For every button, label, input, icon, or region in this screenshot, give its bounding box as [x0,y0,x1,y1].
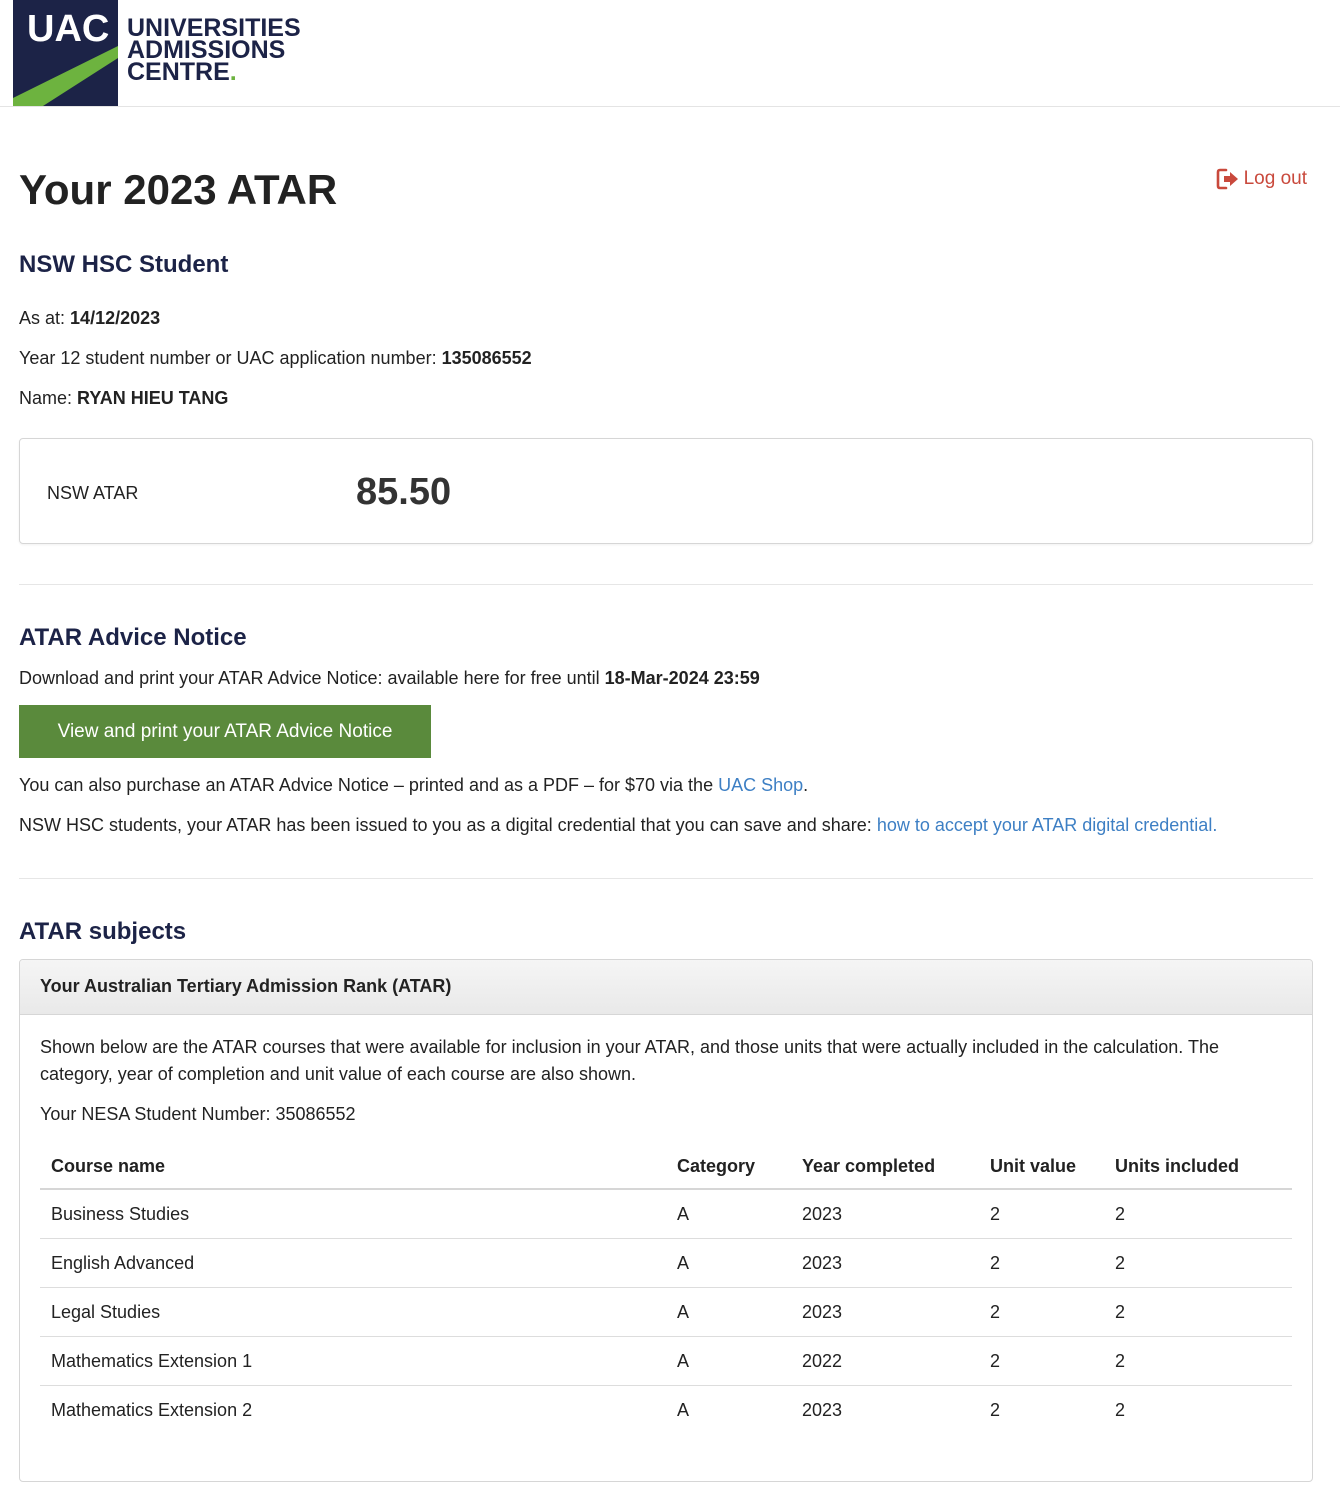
atar-value: 85.50 [356,471,452,513]
course-year: 2023 [791,1189,979,1239]
course-unit-value: 2 [979,1287,1104,1337]
student-heading: NSW HSC Student [19,251,229,278]
course-unit-value: 2 [990,1399,1001,1420]
course-units-included: 2 [1115,1399,1126,1420]
panel-description: Shown below are the ATAR courses that we… [40,1037,1219,1084]
logo-line-3: CENTRE. [127,58,301,86]
site-header: UAC UNIVERSITIES ADMISSIONS CENTRE. [0,0,1340,107]
panel-header: Your Australian Tertiary Admission Rank … [20,960,1312,1015]
course-name: Legal Studies [40,1287,666,1337]
section-divider [19,584,1313,585]
course-name: Business Studies [40,1189,666,1239]
course-year: 2022 [791,1336,979,1386]
table-row: Legal Studies A 2023 2 2 [40,1287,1292,1337]
course-name: Mathematics Extension 1 [40,1336,666,1386]
section-divider [19,878,1313,879]
table-row: English Advanced A 2023 2 2 [40,1238,1292,1288]
logout-label: Log out [1243,168,1307,189]
course-units-included: 2 [1104,1189,1292,1239]
advice-deadline: 18-Mar-2024 23:59 [604,668,760,688]
advice-download-text: Download and print your ATAR Advice Noti… [19,668,600,688]
course-year: 2023 [791,1287,979,1337]
atar-card: NSW ATAR 85.50 [19,438,1313,544]
course-name: Mathematics Extension 2 [51,1399,253,1420]
student-number-value: 135086552 [441,348,532,368]
uac-logo[interactable]: UAC [13,0,118,106]
logout-link[interactable]: Log out [1216,168,1307,190]
student-name-line: Name: RYAN HIEU TANG [19,388,228,409]
student-name-label: Name: [19,388,73,408]
purchase-line: You can also purchase an ATAR Advice Not… [19,775,808,796]
course-units-included: 2 [1104,1238,1292,1288]
course-category: A [666,1189,791,1239]
advice-download-line: Download and print your ATAR Advice Noti… [19,668,760,689]
course-year: 2023 [802,1399,843,1420]
course-unit-value: 2 [979,1238,1104,1288]
nesa-number: Your NESA Student Number: 35086552 [40,1104,356,1124]
col-course-name: Course name [40,1144,666,1190]
purchase-text: You can also purchase an ATAR Advice Not… [19,775,714,795]
subjects-table: Course name Category Year completed Unit… [40,1144,1292,1434]
logo-dot: . [229,58,237,86]
table-row: Business Studies A 2023 2 2 [40,1189,1292,1239]
course-unit-value: 2 [979,1189,1104,1239]
logo-wordmark: UNIVERSITIES ADMISSIONS CENTRE. [127,16,301,86]
col-category: Category [666,1144,791,1190]
credential-text: NSW HSC students, your ATAR has been iss… [19,815,872,835]
course-units-included: 2 [1104,1287,1292,1337]
credential-line: NSW HSC students, your ATAR has been iss… [19,815,1217,836]
purchase-end: . [803,775,809,795]
as-at-value: 14/12/2023 [70,308,161,328]
sign-out-icon [1216,168,1238,190]
logo-line-3-text: CENTRE [127,58,230,86]
table-header-row: Course name Category Year completed Unit… [40,1144,1292,1190]
col-unit-value: Unit value [979,1144,1104,1190]
course-unit-value: 2 [979,1336,1104,1386]
as-at-label: As at: [19,308,66,328]
col-units-included: Units included [1104,1144,1292,1190]
credential-link[interactable]: how to accept your ATAR digital credenti… [877,815,1218,835]
student-name-value: RYAN HIEU TANG [77,388,229,408]
table-row: Mathematics Extension 1 A 2022 2 2 [40,1336,1292,1386]
student-number-label: Year 12 student number or UAC applicatio… [19,348,437,368]
course-category: A [677,1399,690,1420]
uac-shop-link[interactable]: UAC Shop [718,775,803,795]
course-year: 2023 [791,1238,979,1288]
subjects-panel: Your Australian Tertiary Admission Rank … [19,959,1313,1482]
course-name: English Advanced [40,1238,666,1288]
table-row: Mathematics Extension 2 A 2023 2 2 [40,1386,1292,1435]
student-number-line: Year 12 student number or UAC applicatio… [19,348,532,369]
col-year-completed: Year completed [791,1144,979,1190]
course-category: A [666,1336,791,1386]
subjects-heading: ATAR subjects [19,918,187,945]
course-category: A [666,1287,791,1337]
advice-heading: ATAR Advice Notice [19,624,247,651]
logo-abbr: UAC [27,8,110,50]
atar-label: NSW ATAR [47,483,139,503]
page-title: Your 2023 ATAR [19,166,338,213]
course-units-included: 2 [1104,1336,1292,1386]
view-print-advice-button[interactable]: View and print your ATAR Advice Notice [19,705,431,758]
panel-title: Your Australian Tertiary Admission Rank … [40,976,452,996]
course-category: A [666,1238,791,1288]
as-at-line: As at: 14/12/2023 [19,308,160,329]
